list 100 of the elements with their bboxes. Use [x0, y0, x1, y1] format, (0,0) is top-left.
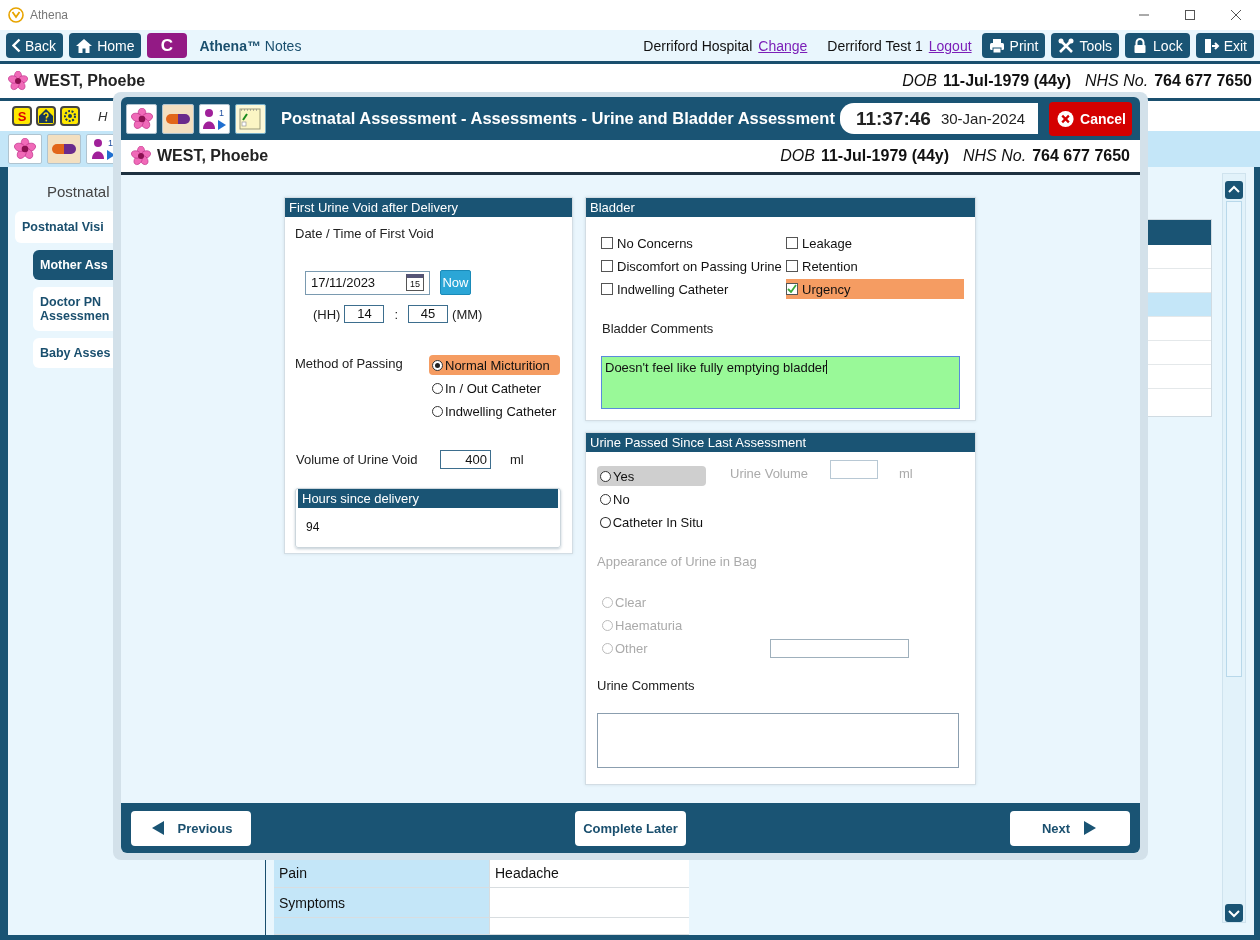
checkbox[interactable]: Retention [786, 256, 964, 276]
nhs-label: NHS No. [1085, 72, 1149, 90]
printer-icon [987, 36, 1006, 55]
help-icon [38, 108, 54, 124]
scroll-down-icon [1225, 904, 1243, 922]
scroll-up-icon [1225, 181, 1243, 199]
settings-button[interactable] [60, 106, 80, 126]
table-cell: Headache [489, 858, 689, 888]
home-button[interactable]: Home [69, 33, 142, 58]
nav-item[interactable]: Baby Asses [33, 338, 113, 368]
calendar-icon[interactable]: 15 [406, 274, 424, 291]
field-label: Volume of Urine Void [295, 452, 419, 467]
field-label: Urine Volume [730, 466, 810, 481]
settings-icon [62, 108, 78, 124]
unit-label: ml [899, 466, 913, 481]
cancel-button[interactable]: Cancel [1049, 101, 1132, 136]
checkbox[interactable]: Discomfort on Passing Urine [601, 256, 786, 276]
field-label: Bladder Comments [601, 321, 715, 336]
notes-button[interactable] [234, 103, 266, 134]
window-title: Athena [30, 8, 69, 22]
flower-icon [131, 146, 151, 166]
tools-icon [1057, 36, 1076, 55]
notepad-icon [238, 106, 263, 131]
panel-title: Bladder [586, 198, 975, 217]
previous-button[interactable]: Previous [131, 810, 251, 846]
nhs-label: NHS No. [963, 147, 1027, 165]
dialog-title: Postnatal Assessment - Assessments - Urine and Bladder Assessment [281, 109, 835, 128]
nhs-number: 764 677 7650 [1154, 72, 1252, 90]
capsule-icon [51, 143, 77, 155]
medication-button[interactable] [162, 103, 194, 134]
panel-title: First Urine Void after Delivery [285, 198, 572, 217]
field-label: Method of Passing [295, 355, 404, 373]
change-link[interactable]: Change [758, 37, 808, 54]
comments-field[interactable] [597, 713, 959, 768]
back-icon [12, 38, 21, 53]
scroll-thumb[interactable] [1226, 201, 1242, 677]
card-title: Hours since delivery [298, 489, 558, 508]
nav-heading: Postnatal [46, 183, 111, 200]
exit-button[interactable]: Exit [1195, 33, 1254, 58]
nav-item[interactable]: Doctor PN Assessmen [33, 287, 113, 331]
dob-value: 11-Jul-1979 (44y) [942, 72, 1071, 90]
minute-label: (MM) [452, 306, 483, 322]
flower-button[interactable] [8, 134, 42, 164]
volume-field[interactable]: 400 [440, 450, 491, 469]
radio-button[interactable]: Indwelling Catheter [429, 401, 560, 421]
panel-title: Urine Passed Since Last Assessment [586, 433, 975, 452]
home-icon [75, 36, 94, 55]
cancel-icon [1057, 109, 1075, 128]
time-separator: : [394, 306, 399, 322]
maximize-icon [1184, 9, 1196, 21]
radio-button[interactable]: No [597, 489, 706, 509]
radio-button[interactable]: Yes [597, 466, 706, 486]
close-icon [1230, 9, 1242, 21]
hour-label: (HH) [313, 306, 341, 322]
dob-label: DOB [780, 147, 815, 165]
patient-name: WEST, Phoebe [157, 147, 269, 165]
field-label: Appearance of Urine in Bag [597, 554, 758, 569]
next-button[interactable]: Next [1010, 810, 1130, 846]
logout-link[interactable]: Logout [928, 37, 972, 54]
medication-button[interactable] [47, 134, 81, 164]
tools-button[interactable]: Tools [1051, 33, 1120, 58]
dob-value: 11-Jul-1979 (44y) [820, 147, 949, 165]
scrollbar[interactable] [1222, 173, 1246, 923]
app-logo-icon [8, 7, 24, 23]
unit-label: ml [510, 452, 524, 467]
help-button[interactable] [36, 106, 56, 126]
c-button[interactable]: C [147, 33, 188, 58]
complete-later-button[interactable]: Complete Later [575, 810, 686, 846]
back-button[interactable]: Back [6, 33, 64, 58]
field-label: Urine Comments [597, 678, 696, 693]
flower-icon [14, 138, 36, 160]
nav-item[interactable]: Postnatal Visi [15, 211, 113, 243]
clock-date: 30-Jan-2024 [940, 110, 1026, 127]
print-button[interactable]: Print [981, 33, 1046, 58]
alert-button[interactable]: S [12, 106, 32, 126]
checkbox[interactable]: Leakage [786, 233, 964, 253]
flower-button[interactable] [126, 103, 158, 134]
nav-item[interactable]: Mother Ass [33, 250, 113, 280]
radio-button[interactable]: Normal Micturition [429, 355, 560, 375]
date-field[interactable]: 17/11/2023 15 [305, 270, 430, 295]
patient-name: WEST, Phoebe [34, 72, 146, 90]
minute-field[interactable]: 45 [408, 305, 449, 323]
volume-field[interactable] [830, 460, 878, 479]
flower-icon [8, 71, 28, 91]
radio-button[interactable]: In / Out Catheter [429, 378, 560, 398]
dob-label: DOB [902, 72, 937, 90]
checkbox[interactable]: Urgency [786, 279, 964, 299]
comments-field[interactable]: Doesn't feel like fully emptying bladder [601, 356, 960, 409]
clock-time: 11:37:46 [855, 107, 931, 130]
checkbox[interactable]: Indwelling Catheter [601, 279, 786, 299]
alert-text: H [98, 108, 108, 124]
checkbox[interactable]: No Concerns [601, 233, 786, 253]
lock-button[interactable]: Lock [1125, 33, 1190, 58]
hour-field[interactable]: 14 [344, 305, 385, 323]
table-cell: Pain [274, 858, 489, 888]
check-icon [787, 284, 797, 293]
text-field[interactable] [769, 638, 909, 658]
radio-button[interactable]: Catheter In Situ [597, 512, 706, 532]
hours-value: 94 [305, 519, 321, 536]
capsule-icon [164, 112, 191, 125]
